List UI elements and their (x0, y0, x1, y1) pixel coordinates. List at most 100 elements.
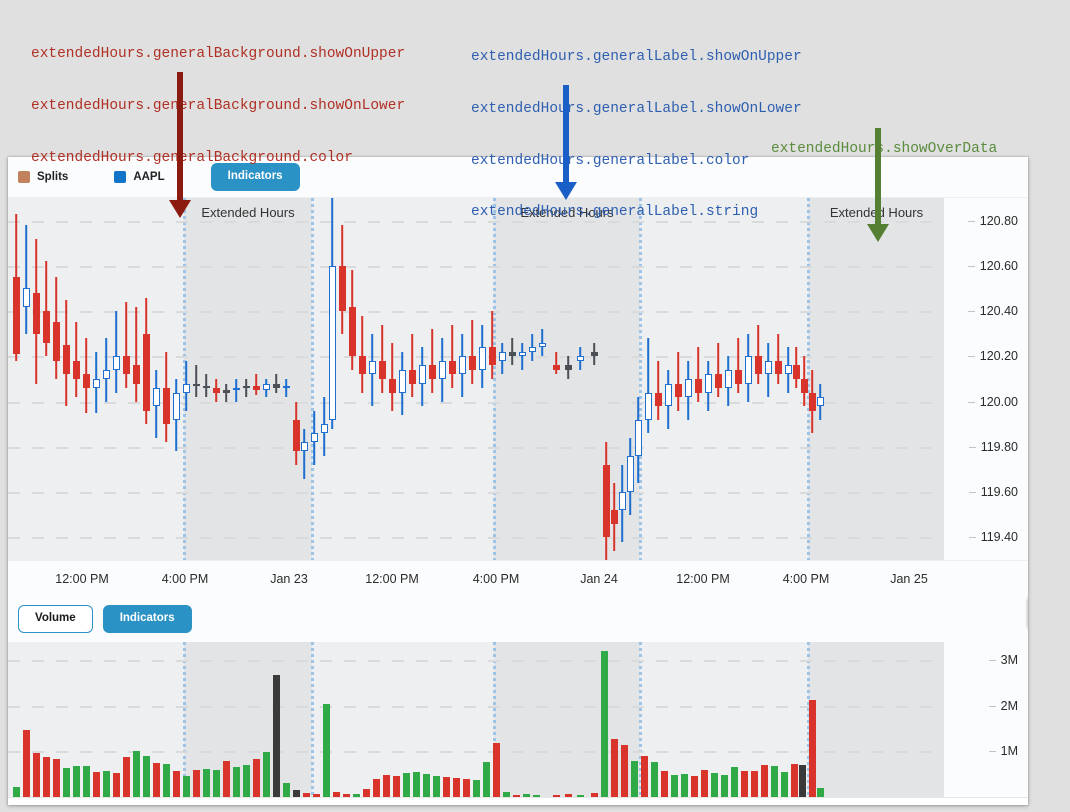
candle-body (348, 306, 356, 357)
price-y-tick: 119.40 (968, 530, 1018, 545)
lower-indicators-button[interactable]: Indicators (102, 605, 192, 633)
candle-body (674, 383, 682, 398)
candlestick (654, 360, 662, 420)
volume-button[interactable]: Volume (18, 605, 93, 633)
price-plot-area[interactable]: Extended Hours Extended Hours Extended Hou… (8, 198, 1028, 560)
candlestick (590, 342, 598, 366)
volume-bar (132, 751, 140, 797)
upper-indicators-button[interactable]: Indicators (210, 163, 300, 191)
price-gridline (8, 492, 1028, 495)
volume-bar (232, 766, 240, 797)
volume-bar (142, 755, 150, 797)
red-annotation-line-1: extendedHours.generalBackground.showOnUp… (31, 46, 406, 63)
volume-bar (62, 767, 70, 797)
candlestick (328, 198, 336, 429)
volume-bar (462, 778, 470, 797)
volume-bar (282, 783, 290, 797)
candle-wick (411, 333, 413, 398)
volume-plot-area[interactable] (8, 642, 1028, 797)
candlestick (498, 342, 506, 375)
candlestick (800, 356, 808, 407)
candlestick (816, 383, 824, 420)
candle-body (792, 365, 800, 379)
candlestick (292, 401, 300, 465)
candlestick (112, 311, 120, 393)
price-x-tick: 4:00 PM (782, 572, 830, 586)
candle-body (292, 419, 300, 452)
candle-wick (737, 338, 739, 393)
volume-bar (442, 776, 450, 797)
candle-body (132, 365, 140, 384)
candlestick (724, 356, 732, 407)
price-gridline (8, 446, 1028, 449)
candle-body (816, 397, 824, 407)
volume-bar (432, 776, 440, 797)
candle-body (478, 347, 486, 370)
candlestick (468, 320, 476, 384)
candlestick (72, 322, 80, 398)
candle-body (282, 385, 290, 389)
candle-wick (717, 342, 719, 398)
price-y-axis: 120.80 120.60 120.40 120.20 120.00 119.80 119.… (944, 198, 1028, 560)
candlestick (488, 311, 496, 379)
price-gridline (8, 265, 1028, 268)
candle-body (774, 360, 782, 375)
candlestick (282, 379, 290, 398)
volume-gridline (8, 751, 1028, 754)
candle-wick (521, 342, 523, 370)
blue-annotation-line-1: extendedHours.generalLabel.showOnUpper (471, 49, 802, 66)
candlestick (552, 351, 560, 375)
candle-wick (777, 333, 779, 384)
candlestick (182, 360, 190, 411)
candle-body (428, 365, 436, 379)
price-y-tick: 119.80 (968, 439, 1018, 454)
volume-bar (272, 674, 280, 797)
candlestick (388, 342, 396, 411)
volume-bar (816, 787, 824, 797)
volume-bar (252, 758, 260, 797)
volume-bar (730, 766, 738, 797)
volume-bar (12, 787, 20, 797)
candlestick (764, 342, 772, 398)
candle-body (172, 392, 180, 420)
legend-item-aapl[interactable]: AAPL (114, 171, 165, 183)
candle-body (338, 265, 346, 312)
candlestick (734, 338, 742, 393)
candle-body (22, 288, 30, 307)
candle-wick (303, 428, 305, 479)
volume-bar (262, 752, 270, 797)
candlestick (42, 261, 50, 357)
volume-bar (650, 762, 658, 797)
volume-bar (72, 766, 80, 797)
volume-bar (740, 771, 748, 797)
legend-item-splits[interactable]: Splits (18, 171, 68, 183)
candlestick (602, 442, 610, 560)
candle-body (162, 388, 170, 425)
price-gridline (8, 311, 1028, 314)
candle-body (42, 311, 50, 343)
candlestick (774, 333, 782, 384)
candle-body (408, 369, 416, 384)
volume-panel-toolbar: Volume Indicators (8, 596, 1028, 642)
candlestick (408, 333, 416, 398)
volume-bar (780, 772, 788, 797)
candlestick (634, 397, 642, 484)
volume-bar (610, 738, 618, 797)
candle-wick (491, 311, 493, 379)
candle-body (610, 510, 618, 524)
candlestick (62, 299, 70, 407)
candlestick (626, 437, 634, 515)
candle-body (734, 369, 742, 384)
candle-body (182, 383, 190, 393)
candlestick (684, 360, 692, 420)
candlestick (152, 369, 160, 438)
volume-bar (212, 769, 220, 797)
candlestick (172, 379, 180, 452)
candlestick (222, 383, 230, 402)
candle-body (320, 424, 328, 434)
candlestick (232, 379, 240, 402)
volume-bar (222, 760, 230, 797)
candlestick (102, 338, 110, 402)
candle-body (92, 378, 100, 389)
candle-body (528, 347, 536, 352)
